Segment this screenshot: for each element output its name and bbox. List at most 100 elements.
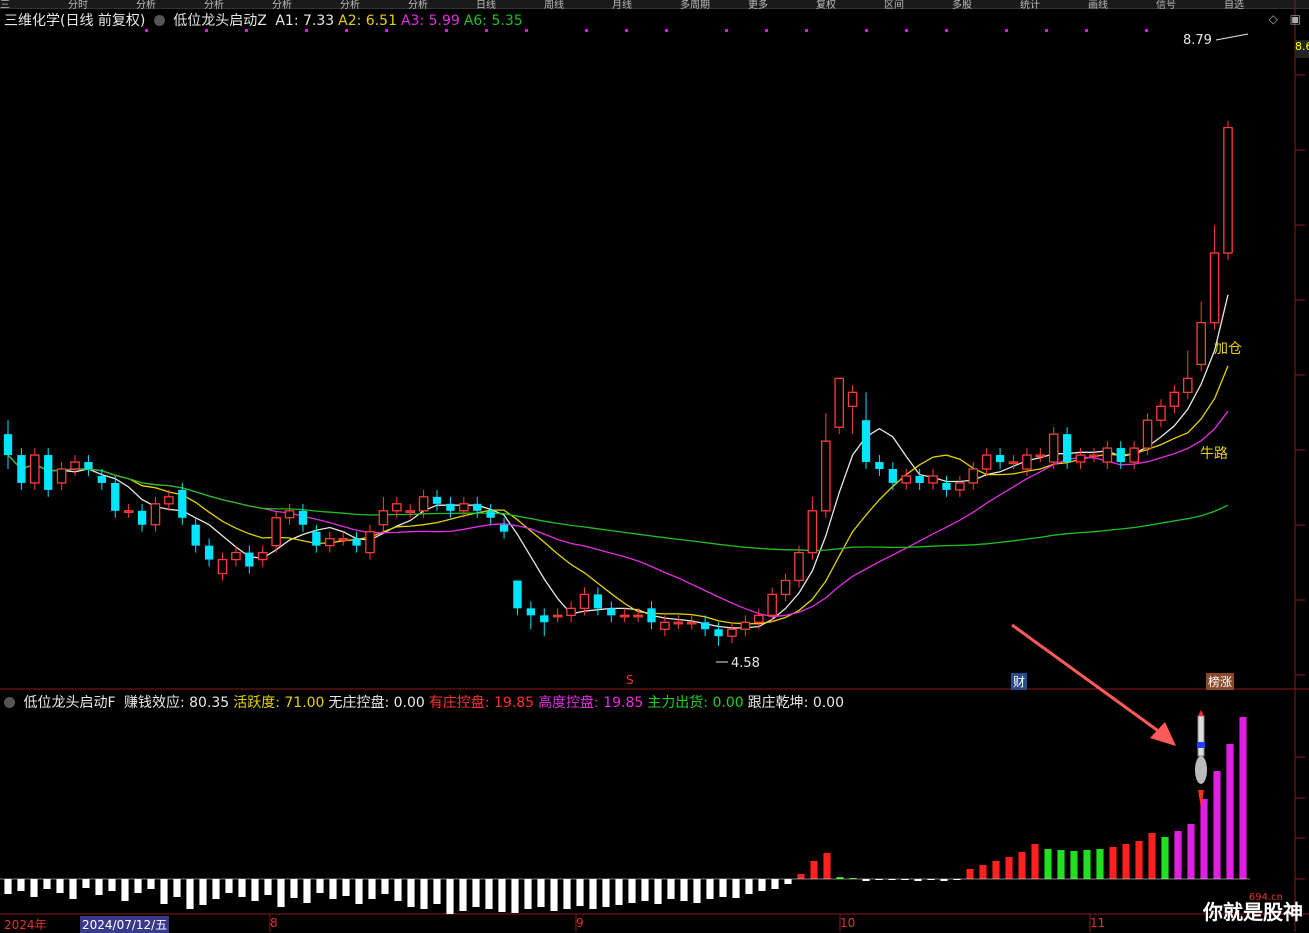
candle-body [191, 524, 200, 546]
sub-bar [43, 879, 51, 889]
sub-bar [524, 879, 532, 909]
sub-bar [1187, 824, 1195, 879]
sub-indicator-value: 赚钱效应: 80.35 [123, 695, 230, 711]
sub-bar [771, 879, 779, 889]
sub-bar [264, 879, 272, 895]
candle-body [1196, 322, 1206, 366]
sub-bar [368, 879, 376, 899]
date-axis: 2024年 2024/07/12/五 8 9 10 11 [0, 916, 1309, 933]
sub-bar [1096, 849, 1104, 879]
sub-bar [1031, 844, 1039, 879]
stock-name[interactable]: 三维化学(日线 前复权) [4, 13, 145, 29]
signal-dot [805, 29, 808, 32]
indicator-value: A1: 7.33 [275, 13, 335, 29]
candle-body [513, 580, 522, 609]
candle-body [579, 593, 590, 610]
candle-body [633, 614, 643, 618]
sub-bar [732, 879, 740, 898]
candle-body [1142, 419, 1153, 449]
candle-body [888, 468, 897, 483]
candle-body [740, 621, 751, 630]
signal-add-position: 加仓 [1214, 341, 1242, 357]
candle-body [378, 510, 389, 526]
signal-bull-road: 牛路 [1200, 446, 1228, 462]
marker-s[interactable]: S [626, 673, 634, 687]
sub-bar [108, 879, 116, 891]
watermark-logo: 你就是股神 [1203, 900, 1303, 924]
sub-bar [1135, 841, 1143, 879]
sub-bar [329, 879, 337, 899]
candle-body [298, 510, 308, 525]
candle-body [459, 503, 469, 512]
candle-body [257, 551, 268, 561]
sub-bar [407, 879, 415, 907]
sub-bar [121, 879, 129, 901]
candle-body [995, 455, 1005, 463]
signal-dot [625, 29, 628, 32]
candle-body [365, 531, 375, 554]
indicator-value: A2: 6.51 [338, 13, 397, 29]
candle-body [915, 475, 924, 483]
month-11: 11 [1090, 916, 1106, 930]
candle-body [284, 510, 295, 519]
candle-body [1182, 377, 1193, 393]
candle-body [1209, 252, 1220, 324]
sub-bar [914, 879, 922, 881]
candle-body [901, 475, 912, 484]
sub-bar [706, 879, 714, 899]
signal-dot [585, 29, 588, 32]
sub-bar [290, 879, 298, 898]
candle-body [794, 551, 804, 582]
candle-body [446, 503, 455, 511]
sub-bar [56, 879, 64, 893]
candle-body [1116, 448, 1125, 463]
candle-body [686, 621, 697, 625]
sub-bar [979, 865, 987, 879]
settings-circle-icon[interactable] [153, 15, 165, 26]
sub-bar [394, 879, 402, 901]
main-panel-header: 三维化学(日线 前复权) 低位龙头启动Z A1: 7.33 A2: 6.51 A3:… [4, 10, 531, 30]
candle-body [1169, 391, 1180, 407]
sub-bar [1109, 847, 1117, 879]
sub-bar [511, 879, 519, 913]
sub-bar [1070, 851, 1078, 879]
candle-body [1008, 461, 1019, 465]
sub-bar [82, 879, 90, 888]
candle-body [84, 462, 93, 469]
sub-bar [238, 879, 246, 897]
signal-dot [945, 29, 948, 32]
sub-indicator-name[interactable]: 低位龙头启动F [23, 695, 115, 711]
annotation-arrow [1011, 623, 1169, 740]
sub-bar [1122, 844, 1130, 879]
maximize-icon[interactable]: ▣ [1290, 12, 1301, 26]
sub-bar [173, 879, 181, 897]
sub-bar [576, 879, 584, 906]
candle-body [928, 475, 938, 484]
sub-bar [1213, 771, 1221, 879]
sub-bar [810, 861, 818, 879]
candle-body [432, 496, 442, 504]
ma-line-a1 [7, 294, 1229, 629]
indicator-value: A3: 5.99 [400, 13, 460, 29]
candle-body [204, 545, 214, 560]
candle-body [526, 608, 536, 616]
marker-bangzhang[interactable]: 榜涨 [1206, 673, 1235, 690]
sub-bar [589, 879, 597, 909]
sub-bar [277, 879, 285, 907]
main-indicator-name[interactable]: 低位龙头启动Z [173, 13, 267, 29]
marker-finance[interactable]: 财 [1011, 673, 1028, 690]
sub-bar [823, 853, 831, 879]
sub-bar [225, 879, 233, 893]
settings-circle-icon[interactable] [4, 697, 15, 708]
candle-body [70, 461, 80, 470]
candle-body [3, 434, 13, 456]
sub-bar [186, 879, 194, 909]
sub-bar [550, 879, 558, 911]
diamond-icon[interactable]: ◇ [1269, 12, 1278, 26]
candle-body [499, 524, 509, 532]
candle-body [1102, 447, 1113, 463]
candle-body [1075, 454, 1086, 463]
candle-body [245, 552, 254, 567]
candle-body [593, 594, 603, 609]
sub-indicator-value: 高度控盘: 19.85 [538, 695, 644, 711]
